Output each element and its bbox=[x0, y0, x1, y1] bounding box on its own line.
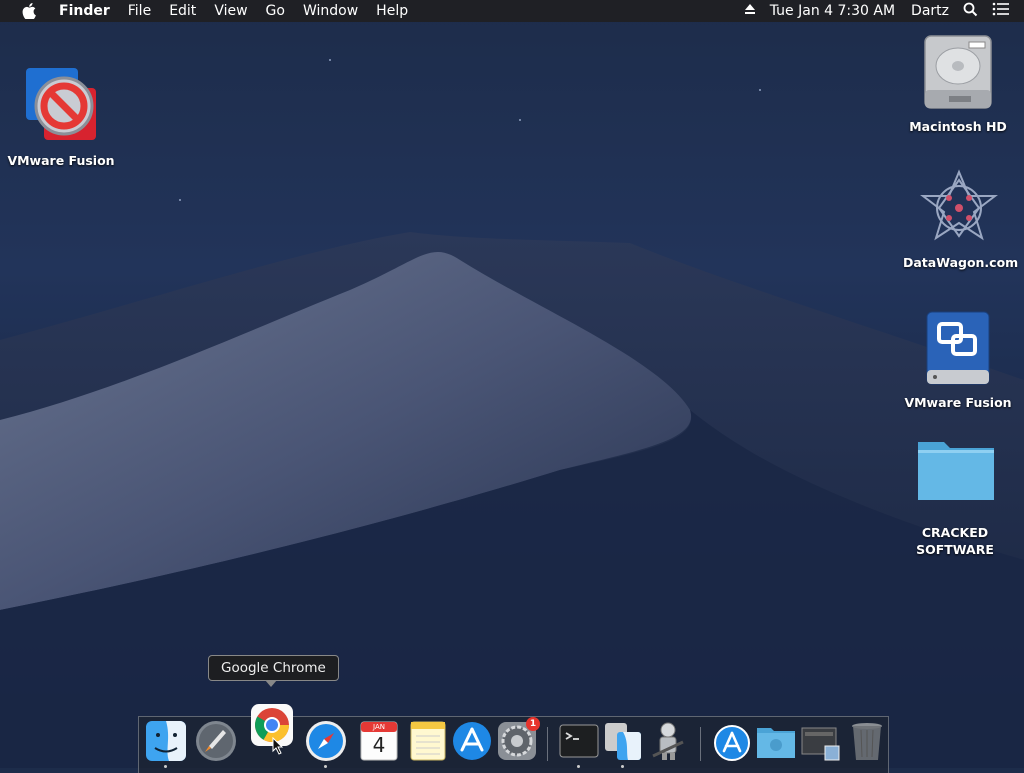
menu-bar: Finder File Edit View Go Window Help Tue… bbox=[0, 0, 1024, 22]
safari-icon bbox=[306, 721, 346, 761]
dock-item-launchpad[interactable] bbox=[195, 720, 237, 762]
notes-icon bbox=[410, 721, 446, 761]
dock-item-terminal[interactable] bbox=[558, 720, 600, 768]
desktop-icon-macintosh-hd[interactable]: Macintosh HD bbox=[903, 32, 1013, 135]
screenshot-stack-icon bbox=[801, 727, 840, 761]
desktop-icon-label: DataWagon.com bbox=[903, 255, 1019, 270]
dock-item-system-preferences[interactable]: 1 bbox=[496, 717, 540, 762]
desktop-icon-cracked-software-folder[interactable]: CRACKED SOFTWARE bbox=[900, 436, 1010, 558]
terminal-icon bbox=[559, 724, 599, 758]
dock-tooltip: Google Chrome bbox=[208, 655, 339, 687]
finder-icon bbox=[146, 721, 186, 761]
notification-center-icon[interactable] bbox=[992, 2, 1010, 20]
calendar-day: 4 bbox=[372, 733, 386, 757]
vmware-disk-image-icon bbox=[919, 308, 997, 388]
menu-file[interactable]: File bbox=[119, 0, 160, 22]
dock-separator bbox=[547, 727, 548, 761]
dock: JAN 4 1 bbox=[138, 704, 889, 773]
spotlight-search-icon[interactable] bbox=[963, 2, 978, 21]
desktop-icon-label-line2: SOFTWARE bbox=[916, 542, 994, 557]
desktop-icon-datawagon[interactable]: DataWagon.com bbox=[903, 168, 1019, 271]
menu-help[interactable]: Help bbox=[367, 0, 417, 22]
dock-item-finder[interactable] bbox=[145, 720, 187, 768]
desktop-icon-label: VMware Fusion bbox=[7, 153, 115, 168]
desktop-icon-label-line1: CRACKED bbox=[921, 525, 989, 540]
dock-item-downloads-stack[interactable] bbox=[711, 720, 753, 762]
mouse-cursor-icon bbox=[272, 737, 284, 755]
dock-item-notes[interactable] bbox=[407, 720, 449, 762]
desktop-icon-label: VMware Fusion bbox=[904, 395, 1012, 410]
hard-drive-icon bbox=[919, 32, 997, 112]
app-store-icon bbox=[453, 722, 491, 760]
desktop-icon-label: Macintosh HD bbox=[909, 119, 1007, 134]
dock-item-screenshots-stack[interactable] bbox=[799, 720, 841, 762]
automator-icon bbox=[652, 722, 684, 760]
folder-icon bbox=[757, 728, 795, 758]
menu-window[interactable]: Window bbox=[294, 0, 367, 22]
calendar-month: JAN bbox=[373, 723, 385, 731]
desktop-icon-vmware-fusion-volume[interactable]: VMware Fusion bbox=[903, 308, 1013, 411]
menu-view[interactable]: View bbox=[205, 0, 256, 22]
notification-badge: 1 bbox=[526, 717, 540, 731]
datawagon-star-icon bbox=[919, 168, 998, 248]
menubar-user[interactable]: Dartz bbox=[911, 3, 949, 19]
dock-item-folder[interactable] bbox=[755, 720, 797, 762]
app-store-downloads-icon bbox=[714, 725, 750, 761]
menu-edit[interactable]: Edit bbox=[160, 0, 205, 22]
dock-item-calendar[interactable]: JAN 4 bbox=[358, 720, 400, 762]
dock-item-automator[interactable] bbox=[647, 720, 689, 762]
eject-icon[interactable] bbox=[744, 3, 756, 19]
apple-menu-icon[interactable] bbox=[20, 2, 38, 20]
launchpad-icon bbox=[196, 721, 236, 761]
trash-icon bbox=[852, 723, 882, 760]
vmware-fusion-app-icon bbox=[22, 66, 100, 146]
dock-item-safari[interactable] bbox=[305, 720, 347, 768]
migration-assistant-icon bbox=[605, 723, 641, 760]
dock-separator bbox=[700, 727, 701, 761]
desktop-wallpaper bbox=[0, 59, 1024, 768]
menubar-clock[interactable]: Tue Jan 4 7:30 AM bbox=[770, 3, 895, 19]
dock-item-trash[interactable] bbox=[846, 720, 888, 762]
dock-item-app-store[interactable] bbox=[451, 720, 493, 762]
menu-finder[interactable]: Finder bbox=[50, 0, 119, 22]
folder-icon bbox=[916, 436, 994, 516]
dock-item-migration-assistant[interactable] bbox=[602, 720, 644, 768]
menu-go[interactable]: Go bbox=[257, 0, 294, 22]
desktop-icon-vmware-fusion-app[interactable]: VMware Fusion bbox=[6, 66, 116, 169]
